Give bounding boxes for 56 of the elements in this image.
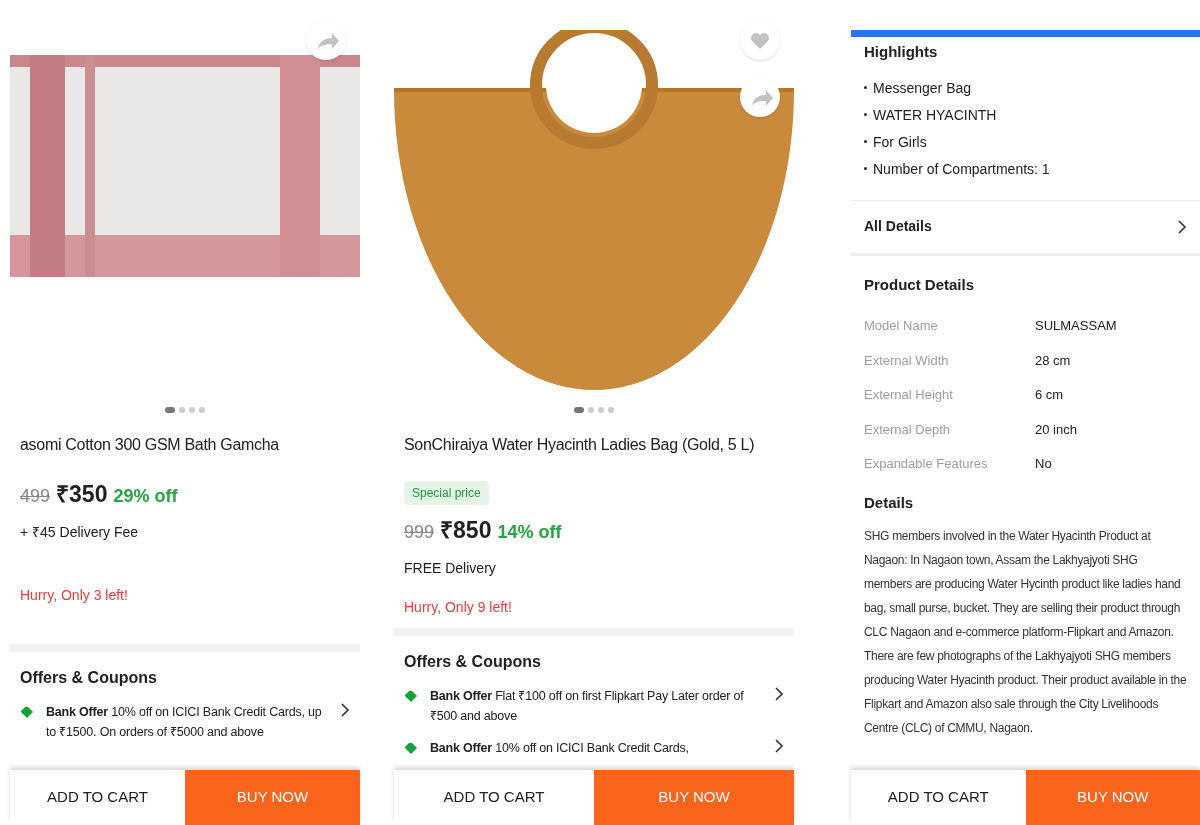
spec-value: 28 cm xyxy=(1035,351,1071,370)
offer-text: Bank Offer Flat ₹100 off on first Flipkart Pay Later order of ₹500 and above xyxy=(430,688,744,723)
chevron-right-icon xyxy=(774,685,784,702)
special-price-badge: Special price xyxy=(404,481,489,505)
offer-row[interactable]: Bank Offer 10% off on ICICI Bank Credit Cards, up to ₹1500. On orders of ₹5000 and above xyxy=(20,701,350,742)
details-paragraph: SHG members involved in the Water Hyacinth Product at Nagaon: In Nagaon town, Assam the Lakhyajyoti SHG members are producing Water Hycinth product like ladies hand bag, small purse, bucket. They are selling their product through CLC Nagaon and e-commerce platform-Flipkart and Amazon. There are few photographs of the Lakhyajyoti SHG members producing Water Hyacinth product. Their product available in the Flipkart and Amazon also sale through the City Livelihoods Centre (CLC) of CMMU, Nagaon. xyxy=(864,528,1187,737)
product-title: SonChiraiya Water Hyacinth Ladies Bag (Gold, 5 L) xyxy=(404,435,755,455)
share-icon[interactable] xyxy=(306,20,346,60)
discount-text: 14% off xyxy=(497,521,562,544)
spec-value: No xyxy=(1035,455,1052,473)
offers-heading: Offers & Coupons xyxy=(404,651,542,672)
offer-text: Bank Offer 10% off on ICICI Bank Credit Cards, xyxy=(430,740,689,755)
details-heading: Details xyxy=(864,492,915,513)
bullet-icon xyxy=(864,85,867,89)
highlights-heading: Highlights xyxy=(864,42,939,62)
chevron-right-icon xyxy=(340,701,350,718)
spec-label: External Width xyxy=(864,351,950,370)
spec-value: 20 inch xyxy=(1035,420,1077,439)
chevron-right-icon xyxy=(774,737,784,754)
product-title: asomi Cotton 300 GSM Bath Gamcha xyxy=(20,435,279,455)
share-icon[interactable] xyxy=(740,77,780,117)
stock-warning: Hurry, Only 3 left! xyxy=(20,585,128,605)
highlight-item: Messenger Bag xyxy=(873,78,972,98)
spec-label: Model Name xyxy=(864,317,939,335)
add-to-cart-button[interactable]: ADD TO CART xyxy=(394,770,594,825)
spec-label: Expandable Features xyxy=(864,455,989,473)
delivery-text: FREE Delivery xyxy=(404,558,496,578)
sale-price: ₹850 xyxy=(440,516,492,545)
discount-text: 29% off xyxy=(113,485,178,508)
offer-row[interactable]: Bank Offer Flat ₹100 off on first Flipkart Pay Later order of ₹500 and above xyxy=(404,685,784,726)
highlight-item: WATER HYACINTH xyxy=(873,105,997,125)
highlight-item: For Girls xyxy=(873,132,927,152)
bullet-icon xyxy=(864,112,867,116)
add-to-cart-button[interactable]: ADD TO CART xyxy=(851,770,1026,825)
tag-icon xyxy=(20,705,34,720)
all-details-row[interactable]: All Details xyxy=(851,200,1200,253)
offers-heading: Offers & Coupons xyxy=(20,667,158,688)
product-details-heading: Product Details xyxy=(864,274,976,295)
bullet-icon xyxy=(864,139,867,143)
spec-value: SULMASSAM xyxy=(1035,317,1117,335)
tag-icon xyxy=(404,689,418,704)
spec-label: External Depth xyxy=(864,420,951,439)
sale-price: ₹350 xyxy=(56,480,108,509)
offer-text: Bank Offer 10% off on ICICI Bank Credit Cards, up to ₹1500. On orders of ₹5000 and above xyxy=(46,704,322,739)
tag-icon xyxy=(404,741,418,756)
spec-value: 6 cm xyxy=(1035,386,1064,404)
bullet-icon xyxy=(864,166,867,170)
delivery-text: + ₹45 Delivery Fee xyxy=(20,522,139,542)
offer-row[interactable]: Bank Offer 10% off on ICICI Bank Credit Cards, xyxy=(404,737,784,758)
stock-warning: Hurry, Only 9 left! xyxy=(404,597,512,617)
spec-label: External Height xyxy=(864,386,954,404)
original-price: 999 xyxy=(404,521,435,544)
highlight-item: Number of Compartments: 1 xyxy=(873,159,1050,179)
chevron-right-icon xyxy=(1177,218,1187,235)
add-to-cart-button[interactable]: ADD TO CART xyxy=(10,770,185,825)
original-price: 499 xyxy=(20,485,51,508)
